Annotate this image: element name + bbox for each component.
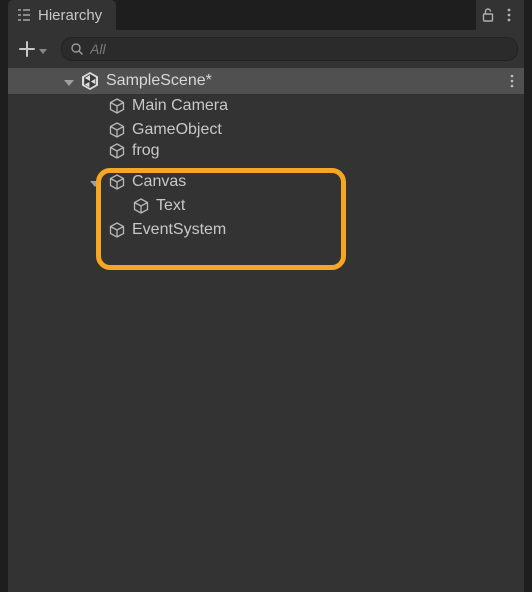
- item-label: Canvas: [132, 173, 186, 191]
- search-icon: [70, 42, 84, 56]
- item-label: EventSystem: [132, 221, 226, 239]
- item-label: frog: [132, 142, 160, 160]
- tab-hierarchy[interactable]: Hierarchy: [8, 0, 116, 30]
- dropdown-caret-icon: [39, 41, 47, 58]
- search-input[interactable]: [88, 40, 509, 58]
- cube-icon: [108, 97, 126, 115]
- search-field[interactable]: [61, 37, 518, 61]
- scene-name-label: SampleScene*: [106, 72, 212, 90]
- scene-row[interactable]: SampleScene*: [8, 68, 524, 94]
- foldout-icon[interactable]: [90, 174, 100, 191]
- lock-icon[interactable]: [480, 6, 496, 24]
- foldout-icon[interactable]: [64, 73, 74, 90]
- hierarchy-item-eventsystem[interactable]: EventSystem: [8, 218, 524, 242]
- hierarchy-item-text[interactable]: Text: [8, 194, 524, 218]
- hierarchy-item-gameobject[interactable]: GameObject: [8, 118, 524, 142]
- cube-icon: [108, 142, 126, 160]
- hierarchy-item-canvas[interactable]: Canvas: [8, 170, 524, 194]
- hierarchy-toolbar: [8, 30, 524, 68]
- cube-icon: [108, 121, 126, 139]
- unity-logo-icon: [80, 71, 100, 91]
- tab-bar: Hierarchy: [8, 0, 524, 30]
- add-object-button[interactable]: [14, 38, 51, 60]
- hierarchy-item-main-camera[interactable]: Main Camera: [8, 94, 524, 118]
- plus-icon: [18, 40, 36, 58]
- tab-label: Hierarchy: [38, 7, 102, 24]
- cube-icon: [132, 197, 150, 215]
- cube-icon: [108, 173, 126, 191]
- item-label: Text: [156, 197, 185, 215]
- item-label: Main Camera: [132, 97, 228, 115]
- scene-menu-icon[interactable]: [508, 72, 516, 90]
- item-label: GameObject: [132, 121, 222, 139]
- hierarchy-tree[interactable]: SampleScene*: [8, 68, 524, 592]
- hierarchy-item-frog[interactable]: frog: [8, 142, 524, 160]
- hierarchy-icon: [16, 7, 32, 23]
- cube-icon: [108, 221, 126, 239]
- kebab-menu-icon[interactable]: [504, 6, 514, 24]
